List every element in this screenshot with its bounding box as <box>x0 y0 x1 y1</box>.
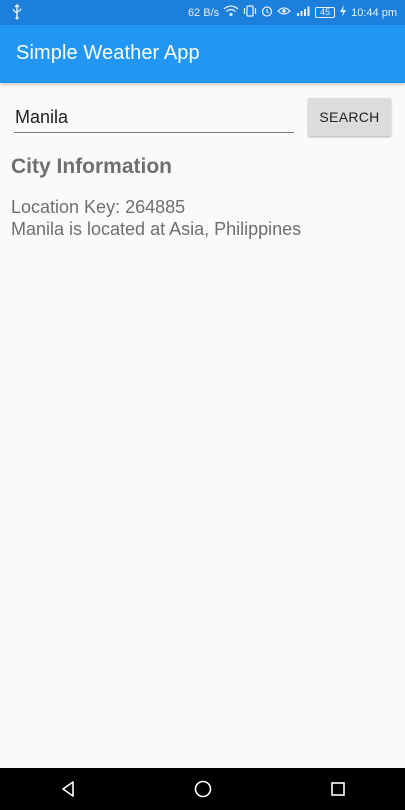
signal-icon <box>295 5 311 20</box>
status-bar: 62 B/s 45 10:44 pm <box>0 0 405 25</box>
location-text: Manila is located at Asia, Philippines <box>11 219 302 239</box>
app-title: Simple Weather App <box>16 42 200 64</box>
app-bar: Simple Weather App <box>0 25 405 83</box>
location-key-text: Location Key: 264885 <box>11 197 186 217</box>
navigation-bar <box>0 768 405 810</box>
search-button[interactable]: SEARCH <box>308 98 391 136</box>
eye-icon <box>277 5 291 20</box>
usb-icon <box>10 4 24 20</box>
vibrate-icon <box>243 5 257 20</box>
network-speed: 62 B/s <box>187 6 220 19</box>
alarm-icon <box>261 5 273 20</box>
home-icon <box>194 780 211 798</box>
city-search-input[interactable] <box>14 103 294 133</box>
clock: 10:44 pm <box>351 6 397 19</box>
city-info-block: Location Key: 264885 Manila is located a… <box>11 196 301 240</box>
search-row: SEARCH <box>0 83 405 153</box>
charging-icon <box>339 5 347 20</box>
recents-icon <box>330 782 345 796</box>
section-heading: City Information <box>11 155 172 178</box>
home-button[interactable] <box>183 768 223 810</box>
recents-button[interactable] <box>318 768 358 810</box>
battery-indicator: 45 <box>315 7 336 18</box>
wifi-icon <box>223 5 239 20</box>
back-button[interactable] <box>48 768 88 810</box>
screen: 62 B/s 45 10:44 pm Simple Weather App Ma… <box>0 0 405 810</box>
status-icons: 62 B/s 45 10:44 pm <box>188 0 397 25</box>
back-icon <box>61 781 74 797</box>
